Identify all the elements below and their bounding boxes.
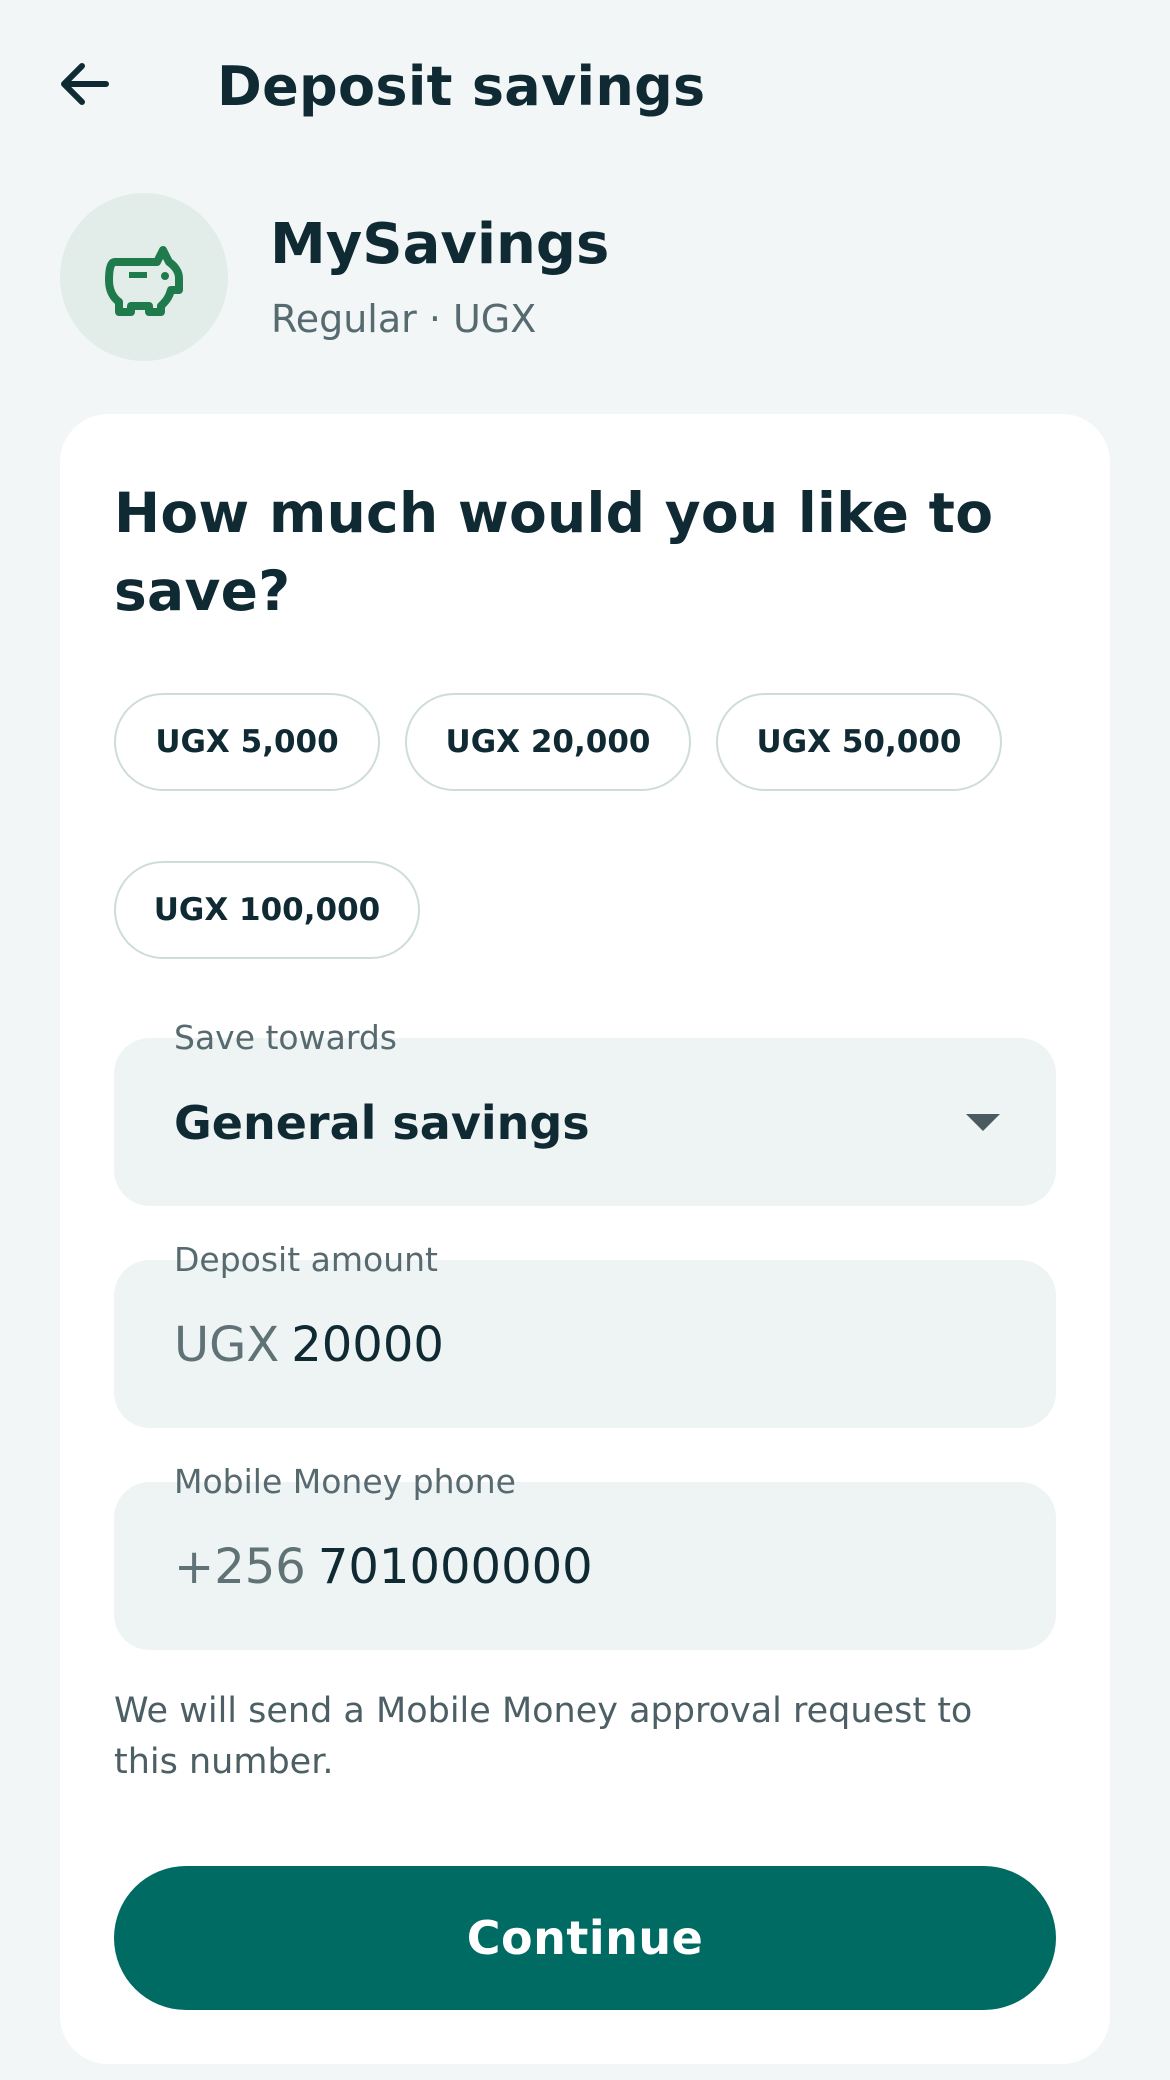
quick-amount-chip-50000[interactable]: UGX 50,000 <box>716 693 1002 791</box>
back-button[interactable] <box>48 48 120 120</box>
quick-amount-chip-20000[interactable]: UGX 20,000 <box>405 693 691 791</box>
country-code-prefix: +256 <box>174 1539 306 1595</box>
continue-button[interactable]: Continue <box>114 1866 1056 2010</box>
deposit-amount-field[interactable]: UGX 20000 <box>114 1260 1056 1428</box>
phone-number-value: 701000000 <box>317 1539 593 1595</box>
deposit-savings-screen: Deposit savings MySavings Regular · UGX … <box>0 0 1170 2080</box>
deposit-amount-label: Deposit amount <box>174 1240 438 1279</box>
quick-amount-chip-100000[interactable]: UGX 100,000 <box>114 861 420 959</box>
page-title: Deposit savings <box>217 55 706 118</box>
deposit-amount-value: 20000 <box>291 1317 444 1373</box>
save-towards-label: Save towards <box>174 1018 397 1057</box>
account-subtitle: Regular · UGX <box>271 297 537 341</box>
arrow-left-icon <box>61 63 109 105</box>
save-towards-value: General savings <box>174 1096 590 1150</box>
account-name: MySavings <box>270 212 610 277</box>
currency-prefix: UGX <box>174 1317 280 1373</box>
amount-question: How much would you like to save? <box>114 481 994 623</box>
piggy-bank-icon <box>105 246 183 316</box>
mobile-money-phone-field[interactable]: +256 701000000 <box>114 1482 1056 1650</box>
account-avatar <box>60 193 228 361</box>
save-towards-select[interactable]: General savings <box>114 1038 1056 1206</box>
deposit-form-card: How much would you like to save? UGX 5,0… <box>60 414 1110 2064</box>
quick-amount-chip-5000[interactable]: UGX 5,000 <box>114 693 380 791</box>
chevron-down-icon <box>966 1114 1000 1131</box>
helper-text: We will send a Mobile Money approval req… <box>114 1691 973 1782</box>
mobile-money-phone-label: Mobile Money phone <box>174 1462 516 1501</box>
